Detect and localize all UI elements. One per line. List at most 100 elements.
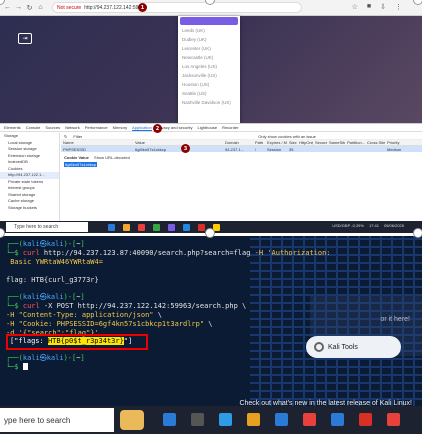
taskbar-app-icon[interactable] (183, 223, 190, 231)
dropdown-option[interactable]: Leeds (UK) (178, 26, 240, 35)
devtools-tab[interactable]: Memory (113, 125, 127, 130)
devtools-tab[interactable]: Performance (85, 125, 108, 130)
terminal-prompt[interactable]: ┌──(kali㉿kali)-[~] └─$ (6, 354, 85, 372)
menu-icon[interactable]: ⋮ (395, 3, 402, 11)
terminal-text: -H "Cookie: PHPSESSID=6gf4kn57s1cbkcp1t3… (6, 320, 205, 329)
terminal-text: └─$ (6, 248, 23, 257)
dropdown-selected[interactable] (180, 17, 238, 25)
terminal-line: -H "Content-Type: application/json" \ (6, 311, 414, 320)
terminal-text: )-[ (63, 293, 77, 302)
refresh-icon[interactable]: ↻ (64, 134, 67, 139)
terminal-output[interactable]: ┌──(kali㉿kali)-[~] └─$ curl http://94.237… (6, 240, 414, 338)
home-icon[interactable]: ⌂ (37, 4, 44, 11)
devtools-tab[interactable]: Privacy and security (157, 125, 193, 130)
devtools-tab[interactable]: Sources (45, 125, 60, 130)
devtools-tabs: Elements Console Sources Network Performance… (0, 124, 422, 132)
terminal-text: ┌──( (6, 240, 23, 248)
taskbar-app-icon[interactable] (108, 223, 115, 231)
taskbar-app-icon[interactable] (219, 413, 232, 426)
column-header[interactable]: Size (287, 140, 297, 145)
show-url-decoded-checkbox[interactable]: Show URL-decoded (94, 155, 130, 160)
taskbar-app-icon[interactable] (123, 223, 130, 231)
dropdown-option[interactable]: Jacksonville (US) (178, 71, 240, 80)
taskbar-app-icon[interactable] (168, 223, 175, 231)
terminal-text: kali㉿kali (22, 293, 64, 302)
cookie-value-text[interactable]: 6gf4kn57s1cbkcp (64, 162, 98, 167)
column-header[interactable]: Partition... (345, 140, 365, 145)
tray-date[interactable]: 05/06/2025 (384, 223, 404, 228)
flag-prefix: ["flags: (10, 337, 48, 345)
taskbar: ype here to search (0, 406, 422, 434)
terminal-line: └─$ curl -X POST http://94.237.122.142:5… (6, 302, 414, 311)
taskbar-apps (108, 223, 220, 231)
annotation-badge-1: 1 (138, 3, 147, 12)
reload-icon[interactable]: ↻ (26, 4, 33, 12)
filter-input[interactable]: Filter (73, 134, 82, 139)
column-header[interactable]: Priority (385, 140, 405, 145)
taskbar-app-icon[interactable] (275, 413, 288, 426)
flag-output: ["flags: HTB{p0$t_r3p34t3r}"] (10, 337, 132, 345)
download-icon[interactable]: ⇩ (380, 3, 386, 11)
browser-icons: ☆ ■ ⇩ ⋮ (352, 3, 402, 11)
terminal-line: └─$ (6, 363, 85, 372)
terminal-text: kali㉿kali (22, 354, 64, 362)
column-header[interactable]: Domain (223, 140, 253, 145)
column-header[interactable]: Name (61, 140, 133, 145)
column-header[interactable]: Secure (313, 140, 327, 145)
taskbar-app-icon[interactable] (331, 413, 344, 426)
taskbar-app-icon[interactable] (359, 413, 372, 426)
table-row[interactable]: PHPSESSID 6gf4kn57s1cbkcp 94.237.1... / Sess… (61, 146, 422, 152)
taskbar-search[interactable]: ype here to search (0, 408, 114, 432)
column-header[interactable]: SameSite (327, 140, 345, 145)
devtools-tab[interactable]: Recorder (222, 125, 238, 130)
taskbar-app-icon[interactable] (198, 223, 205, 231)
city-dropdown[interactable]: × Leeds (UK) Dudley (UK) Leicester (UK) New… (178, 16, 240, 123)
devtools-tab[interactable]: Elements (4, 125, 21, 130)
tray-time[interactable]: 17:41 (369, 223, 379, 228)
address-bar[interactable]: Not secure http://94.237.122.142:59963 (52, 2, 302, 13)
devtools-tab[interactable]: Application (132, 125, 152, 131)
terminal-text: ┌──( (6, 293, 23, 302)
taskbar-app-icon[interactable] (387, 413, 400, 426)
tray-ticker[interactable]: USD/GBP -0.29% (332, 223, 364, 228)
taskbar-app-icon[interactable] (191, 413, 204, 426)
dropdown-option[interactable]: Seattle (US) (178, 89, 240, 98)
sidebar-item[interactable]: Storage buckets (0, 205, 59, 212)
taskbar-app-icon[interactable] (247, 413, 260, 426)
only-issues-checkbox[interactable]: Only show cookies with an issue (258, 134, 316, 139)
extension-icon[interactable]: ■ (367, 3, 371, 11)
dropdown-option[interactable]: Leicester (UK) (178, 44, 240, 53)
not-secure-label: Not secure (57, 4, 82, 11)
devtools-tab[interactable]: Lighthouse (197, 125, 217, 130)
dropdown-option[interactable]: Dudley (UK) (178, 35, 240, 44)
column-header[interactable]: Value (133, 140, 223, 145)
star-icon[interactable]: ☆ (352, 3, 358, 11)
mascot-icon[interactable] (120, 410, 144, 430)
dropdown-option[interactable]: Newcastle (UK) (178, 53, 240, 62)
taskbar-search[interactable]: Type here to search (6, 222, 88, 232)
terminal-text: curl (22, 248, 40, 257)
terminal-line: ┌──(kali㉿kali)-[~] (6, 293, 414, 302)
table-cell: 6gf4kn57s1cbkcp (135, 146, 167, 152)
dropdown-option[interactable]: Houston (US) (178, 80, 240, 89)
column-header[interactable]: Expires / Ma... (265, 140, 287, 145)
logout-button[interactable]: ⇥ (18, 33, 32, 44)
dropdown-option[interactable]: Los Angeles (US) (178, 62, 240, 71)
column-header[interactable]: HttpOnly (297, 140, 313, 145)
back-icon[interactable]: ← (4, 4, 11, 11)
close-icon[interactable]: × (233, 17, 236, 23)
dropdown-option[interactable]: Nashville Davidson (US) (178, 98, 240, 107)
devtools-tab[interactable]: Console (26, 125, 41, 130)
devtools-tab[interactable]: Network (65, 125, 80, 130)
taskbar-app-icon[interactable] (303, 413, 316, 426)
column-header[interactable]: Cross Site (365, 140, 385, 145)
terminal-text: http://94.237.123.87:40090/search.php?se… (39, 248, 255, 257)
taskbar-app-icon[interactable] (163, 413, 176, 426)
column-header[interactable]: Path (253, 140, 265, 145)
taskbar-app-icon[interactable] (138, 223, 145, 231)
forward-icon[interactable]: → (15, 4, 22, 11)
kali-tools-button[interactable]: Kali Tools (306, 336, 401, 358)
cookie-value-panel: Cookie Value Show URL-decoded 6gf4kn57s1… (64, 155, 130, 167)
taskbar-app-icon[interactable] (153, 223, 160, 231)
